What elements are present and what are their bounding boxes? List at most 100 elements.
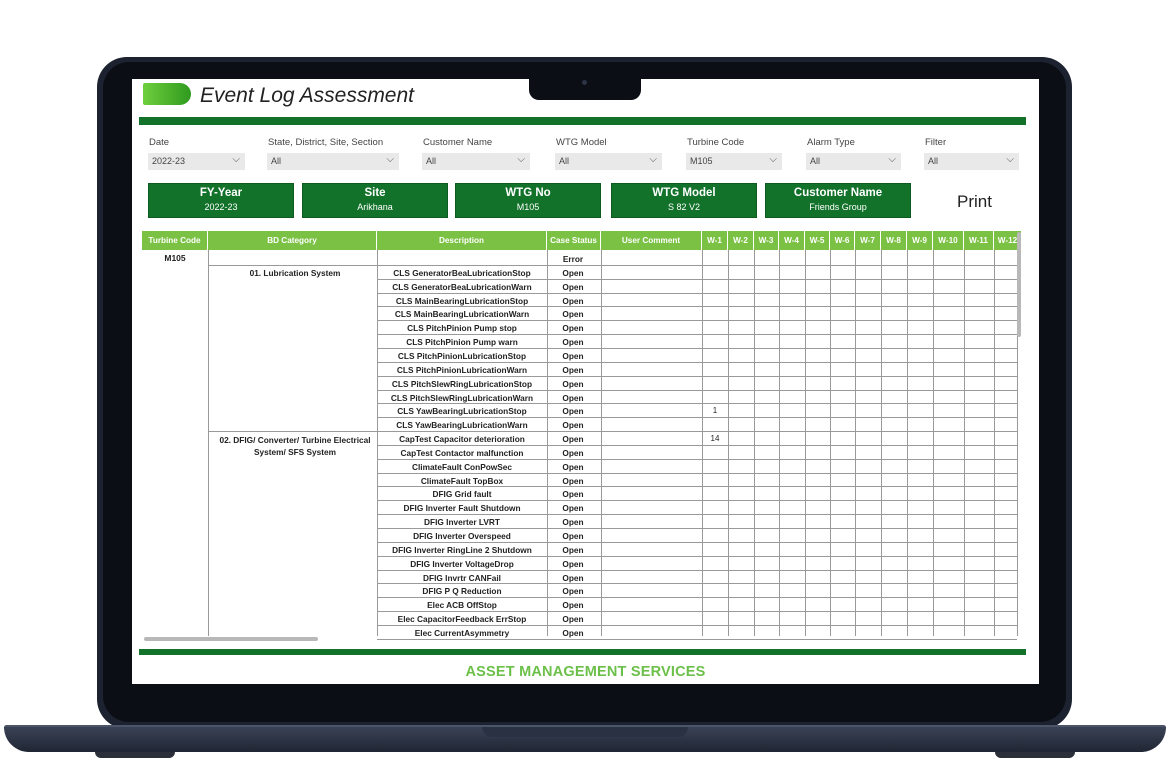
case-status-cell[interactable]: Open — [547, 268, 599, 278]
case-status-cell[interactable]: Open — [547, 323, 599, 333]
case-status-cell[interactable]: Open — [547, 531, 599, 541]
case-status-cell[interactable]: Open — [547, 379, 599, 389]
case-status-cell[interactable]: Open — [547, 476, 599, 486]
vertical-scrollbar[interactable] — [1017, 232, 1021, 337]
case-status-cell[interactable]: Open — [547, 365, 599, 375]
case-status-cell[interactable]: Open — [547, 503, 599, 513]
filter-label-turbine-code: Turbine Code — [687, 137, 745, 148]
row-divider — [377, 320, 1017, 322]
horizontal-scrollbar[interactable] — [144, 637, 318, 641]
case-status-cell[interactable]: Open — [547, 448, 599, 458]
column-divider — [964, 250, 965, 636]
col-header-week[interactable]: W-3 — [754, 231, 779, 250]
description-cell: DFIG Invrtr CANFail — [423, 572, 501, 583]
case-status-cell[interactable]: Open — [547, 489, 599, 499]
case-status-cell[interactable]: Open — [547, 559, 599, 569]
card-value: Arikhana — [357, 202, 393, 212]
col-header-week[interactable]: W-8 — [881, 231, 907, 250]
row-divider — [377, 528, 1017, 529]
row-divider — [377, 569, 1017, 571]
row-divider — [377, 403, 1017, 405]
row-divider — [377, 486, 1017, 488]
week-1-cell: 14 — [710, 434, 720, 444]
col-header-turbine-code[interactable]: Turbine Code — [142, 231, 208, 250]
laptop-foot-left — [95, 752, 175, 758]
description-cell: CLS MainBearingLubricationStop — [395, 295, 529, 306]
card-site: Site Arikhana — [302, 183, 448, 218]
col-header-user-comment[interactable]: User Comment — [601, 231, 702, 250]
description-cell: CLS MainBearingLubricationWarn — [394, 309, 530, 320]
col-header-week[interactable]: W-7 — [855, 231, 881, 250]
filter-select-wtg-model[interactable]: All ⌵ — [555, 153, 662, 170]
filter-label-filter: Filter — [925, 137, 947, 148]
header-divider — [139, 117, 1026, 125]
description-cell: CapTest Contactor malfunction — [400, 447, 524, 458]
description-cell: ClimateFault ConPowSec — [411, 461, 513, 472]
laptop-trackpad-groove — [482, 727, 688, 737]
row-divider — [377, 638, 1017, 640]
case-status-cell[interactable]: Open — [547, 406, 599, 416]
card-title: WTG Model — [652, 187, 716, 199]
filter-select-turbine-code[interactable]: M105 ⌵ — [686, 153, 782, 170]
col-header-week[interactable]: W-2 — [728, 231, 754, 250]
case-status-cell[interactable]: Open — [547, 586, 599, 596]
col-header-week[interactable]: W-1 — [702, 231, 728, 250]
column-divider — [728, 250, 729, 636]
case-status-cell[interactable]: Open — [547, 545, 599, 555]
col-header-week[interactable]: W-4 — [779, 231, 805, 250]
description-cell: CLS PitchPinionLubricationWarn — [396, 364, 528, 375]
print-button[interactable]: Print — [957, 192, 992, 212]
case-status-cell[interactable]: Open — [547, 600, 599, 610]
case-status-cell[interactable]: Open — [547, 573, 599, 583]
case-status-cell[interactable]: Open — [547, 614, 599, 624]
filter-select-location[interactable]: All ⌵ — [267, 153, 399, 170]
column-divider — [933, 250, 934, 636]
case-status-cell[interactable]: Open — [547, 420, 599, 430]
description-cell: DFIG Grid fault — [432, 489, 492, 500]
filter-select-customer[interactable]: All ⌵ — [422, 153, 530, 170]
description-cell: DFIG Inverter VoltageDrop — [410, 558, 514, 569]
description-cell: CLS GeneratorBeaLubricationStop — [393, 267, 531, 278]
case-status-cell[interactable]: Open — [547, 434, 599, 444]
filter-select-alarm-type[interactable]: All ⌵ — [806, 153, 901, 170]
row-divider — [377, 472, 1017, 474]
description-cell: DFIG Inverter RingLine 2 Shutdown — [392, 544, 532, 555]
description-cell: CLS PitchPinion Pump warn — [406, 337, 518, 348]
description-cell: CLS PitchSlewRingLubricationStop — [391, 378, 533, 389]
description-cell: Elec ACB OffStop — [427, 600, 497, 611]
case-status-cell[interactable]: Open — [547, 393, 599, 403]
case-status-cell[interactable]: Open — [547, 628, 599, 638]
column-divider — [601, 250, 602, 636]
case-status-cell[interactable]: Open — [547, 462, 599, 472]
column-divider — [805, 250, 806, 636]
row-divider — [377, 347, 1017, 349]
col-header-week[interactable]: W-5 — [805, 231, 830, 250]
col-header-description[interactable]: Description — [377, 231, 547, 250]
row-divider — [208, 264, 1017, 266]
col-header-case-status[interactable]: Case Status — [547, 231, 601, 250]
row-divider — [377, 306, 1017, 308]
card-value: M105 — [516, 202, 540, 212]
column-divider — [377, 250, 378, 636]
case-status-cell[interactable]: Open — [547, 351, 599, 361]
bd-category-cell: 01. Lubrication System — [249, 268, 341, 278]
col-header-bd-category[interactable]: BD Category — [208, 231, 377, 250]
column-divider — [208, 250, 209, 636]
col-header-week[interactable]: W-9 — [907, 231, 933, 250]
case-status-cell[interactable]: Open — [547, 282, 599, 292]
laptop-foot-right — [995, 752, 1075, 758]
filter-select-date[interactable]: 2022-23 ⌵ — [148, 153, 245, 170]
bd-category-cell: 02. DFIG/ Converter/ Turbine Electrical … — [219, 435, 371, 457]
row-divider — [377, 514, 1017, 516]
case-status-cell[interactable]: Open — [547, 309, 599, 319]
col-header-week[interactable]: W-10 — [933, 231, 964, 250]
col-header-week[interactable]: W-6 — [830, 231, 855, 250]
filter-select-filter[interactable]: All ⌵ — [924, 153, 1019, 170]
card-customer-name: Customer Name Friends Group — [765, 183, 911, 218]
case-status-cell[interactable]: Open — [547, 517, 599, 527]
column-divider — [994, 250, 995, 636]
case-status-cell[interactable]: Open — [547, 296, 599, 306]
col-header-week[interactable]: W-11 — [964, 231, 994, 250]
case-status-cell[interactable]: Open — [547, 337, 599, 347]
case-status-cell[interactable]: Error — [547, 254, 599, 264]
